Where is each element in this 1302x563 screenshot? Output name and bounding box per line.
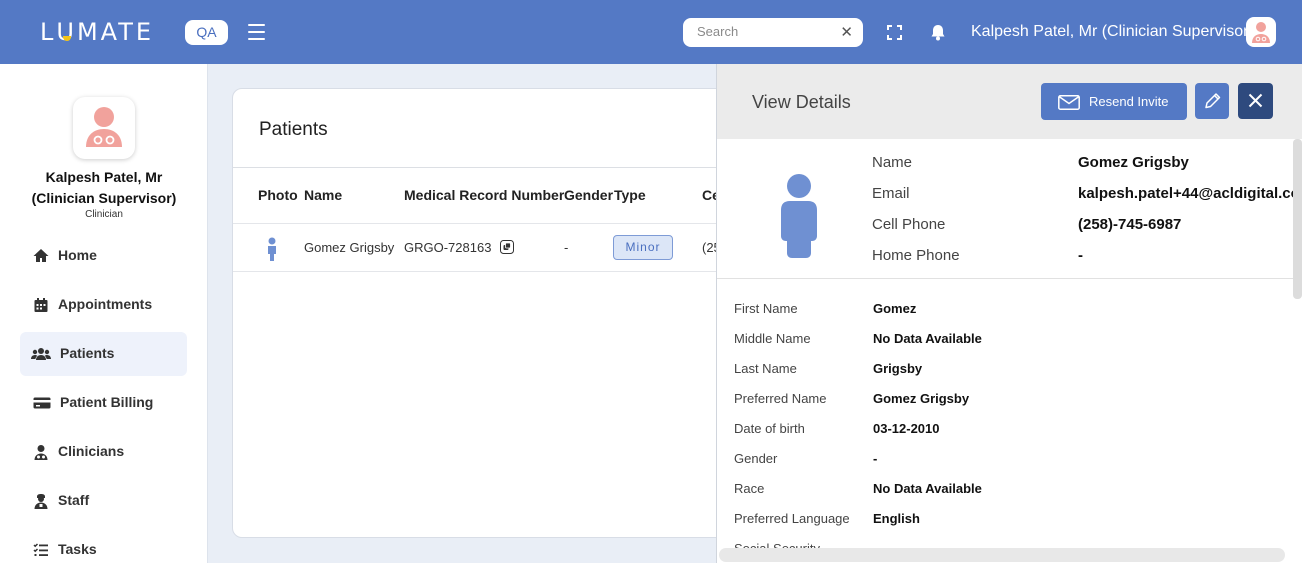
field-value-preferred-name: Gomez Grigsby xyxy=(873,391,970,406)
field-value-last-name: Grigsby xyxy=(873,361,923,376)
divider xyxy=(233,271,733,272)
panel-header: View Details Resend Invite xyxy=(717,64,1302,139)
edit-button[interactable] xyxy=(1195,83,1229,119)
sidebar-item-staff[interactable]: Staff xyxy=(20,479,187,523)
copy-icon[interactable] xyxy=(500,240,514,254)
calendar-icon xyxy=(34,298,48,312)
column-header-mrn[interactable]: Medical Record Number xyxy=(404,187,564,203)
task-list-icon xyxy=(33,543,48,556)
field-label-preferred-name: Preferred Name xyxy=(734,391,827,406)
person-icon xyxy=(781,174,817,258)
summary-value-email: kalpesh.patel+44@acldigital.com xyxy=(1078,185,1302,202)
field-label-last-name: Last Name xyxy=(734,361,797,376)
field-label-first-name: First Name xyxy=(734,301,798,316)
home-icon xyxy=(33,249,49,262)
sidebar-item-tasks[interactable]: Tasks xyxy=(20,528,187,563)
field-label-date-of-birth: Date of birth xyxy=(734,421,805,436)
header-user-name[interactable]: Kalpesh Patel, Mr (Clinician Supervisor) xyxy=(971,23,1254,41)
divider xyxy=(717,278,1293,279)
search-box: ✕ xyxy=(683,18,863,47)
sidebar: Kalpesh Patel, Mr (Clinician Supervisor)… xyxy=(0,64,208,563)
credit-card-icon xyxy=(33,397,51,409)
menu-toggle-icon[interactable] xyxy=(248,24,265,40)
column-header-name[interactable]: Name xyxy=(304,187,342,203)
field-value-first-name: Gomez xyxy=(873,301,917,316)
field-label-preferred-language: Preferred Language xyxy=(734,511,850,526)
environment-badge: QA xyxy=(185,20,228,45)
summary-label-name: Name xyxy=(872,154,913,171)
summary-value-home-phone: - xyxy=(1078,247,1083,264)
vertical-scrollbar[interactable] xyxy=(1293,139,1302,299)
status-badge: Minor xyxy=(613,235,673,260)
sidebar-item-label: Patients xyxy=(60,345,115,361)
app-logo[interactable]: LU MATE xyxy=(40,18,154,46)
close-panel-button[interactable] xyxy=(1238,83,1273,119)
summary-label-home-phone: Home Phone xyxy=(872,247,960,264)
patients-card: Patients Photo Name Medical Record Numbe… xyxy=(232,88,733,538)
divider xyxy=(233,167,733,168)
patient-name[interactable]: Gomez Grigsby xyxy=(304,240,394,255)
field-value-race: No Data Available xyxy=(873,481,982,496)
field-value-middle-name: No Data Available xyxy=(873,331,982,346)
sidebar-item-label: Clinicians xyxy=(58,443,125,459)
divider xyxy=(233,223,733,224)
field-value-gender: - xyxy=(873,451,878,466)
column-header-type[interactable]: Type xyxy=(614,187,646,203)
field-value-preferred-language: English xyxy=(873,511,920,526)
horizontal-scrollbar[interactable] xyxy=(719,548,1285,562)
avatar xyxy=(73,97,135,159)
top-bar: LUMATE QA ✕ Kalpesh Patel, Mr (Clinician… xyxy=(0,0,1302,64)
person-icon xyxy=(268,237,276,261)
mail-icon xyxy=(1058,95,1080,110)
close-icon xyxy=(1248,93,1263,108)
column-header-photo[interactable]: Photo xyxy=(258,187,298,203)
view-details-panel: View Details Resend Invite Name Gomez Gr… xyxy=(716,64,1302,563)
column-header-gender[interactable]: Gender xyxy=(564,187,613,203)
resend-invite-label: Resend Invite xyxy=(1089,94,1169,109)
fullscreen-icon[interactable] xyxy=(887,25,902,40)
medical-record-number: GRGO-728163 xyxy=(404,240,492,255)
summary-label-email: Email xyxy=(872,185,910,202)
summary-value-cell-phone: (258)-745-6987 xyxy=(1078,216,1182,233)
sidebar-item-patients[interactable]: Patients xyxy=(20,332,187,376)
avatar[interactable] xyxy=(1246,17,1276,47)
sidebar-user-role: Clinician xyxy=(85,209,123,220)
patient-gender: - xyxy=(564,240,569,255)
summary-value-name: Gomez Grigsby xyxy=(1078,154,1189,171)
close-icon[interactable]: ✕ xyxy=(840,23,853,41)
sidebar-item-appointments[interactable]: Appointments xyxy=(20,283,187,327)
users-icon xyxy=(31,348,51,360)
pencil-icon xyxy=(1205,93,1221,109)
page-title: Patients xyxy=(259,119,328,140)
field-value-date-of-birth: 03-12-2010 xyxy=(873,421,940,436)
summary-label-cell-phone: Cell Phone xyxy=(872,216,946,233)
doctor-avatar-icon xyxy=(1252,22,1270,43)
sidebar-item-label: Tasks xyxy=(58,541,97,557)
staff-icon xyxy=(34,494,48,509)
sidebar-item-home[interactable]: Home xyxy=(20,234,187,278)
resend-invite-button[interactable]: Resend Invite xyxy=(1041,83,1187,120)
field-label-gender: Gender xyxy=(734,451,778,466)
sidebar-item-label: Patient Billing xyxy=(60,394,154,410)
panel-title: View Details xyxy=(752,92,851,112)
search-input[interactable] xyxy=(697,24,837,39)
field-label-race: Race xyxy=(734,481,765,496)
sidebar-item-label: Staff xyxy=(58,492,90,508)
sidebar-item-clinicians[interactable]: Clinicians xyxy=(20,430,187,474)
bell-icon[interactable] xyxy=(930,24,946,41)
doctor-icon xyxy=(34,445,48,460)
sidebar-user-name: Kalpesh Patel, Mr (Clinician Supervisor) xyxy=(31,169,177,206)
sidebar-item-label: Appointments xyxy=(58,296,153,312)
sidebar-item-label: Home xyxy=(58,247,97,263)
sidebar-item-patient-billing[interactable]: Patient Billing xyxy=(20,381,187,425)
field-label-middle-name: Middle Name xyxy=(734,331,811,346)
doctor-avatar-icon xyxy=(86,107,122,147)
